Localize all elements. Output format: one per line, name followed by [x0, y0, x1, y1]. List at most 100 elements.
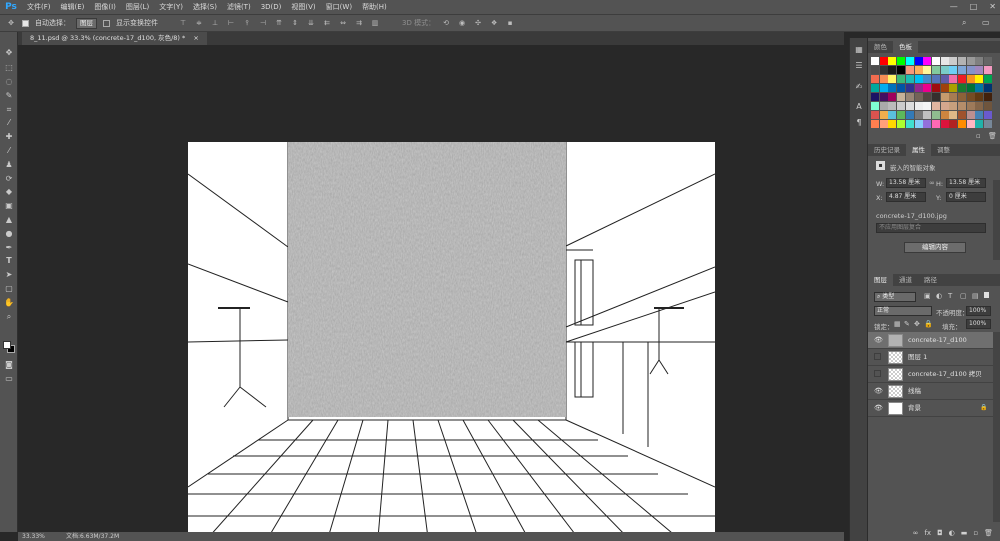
lock-position-icon[interactable]: ✥ [914, 320, 920, 328]
swatch-chip[interactable] [949, 93, 958, 101]
swatch-chip[interactable] [923, 66, 932, 74]
layer-row-background[interactable]: 👁 背景 🔒 [868, 400, 994, 417]
auto-select-checkbox[interactable] [22, 19, 29, 27]
swatch-chip[interactable] [984, 57, 993, 65]
swatch-chip[interactable] [940, 93, 949, 101]
swatch-chip[interactable] [931, 75, 940, 83]
swatch-chip[interactable] [888, 93, 897, 101]
swatch-chip[interactable] [905, 120, 914, 128]
distribute-top-icon[interactable]: ⇈ [274, 19, 284, 28]
swatch-chip[interactable] [879, 120, 888, 128]
brush-icon[interactable]: ⁄ [4, 146, 14, 156]
swatch-chip[interactable] [949, 66, 958, 74]
swatch-chip[interactable] [905, 75, 914, 83]
swatch-chip[interactable] [949, 111, 958, 119]
swatch-chip[interactable] [923, 84, 932, 92]
swatch-chip[interactable] [897, 93, 906, 101]
swatch-chip[interactable] [897, 75, 906, 83]
link-layers-icon[interactable]: ∞ [913, 526, 919, 541]
swatch-chip[interactable] [905, 57, 914, 65]
swatch-chip[interactable] [923, 102, 932, 110]
quick-mask-icon[interactable]: ◙ [4, 360, 14, 370]
swatch-chip[interactable] [966, 93, 975, 101]
marquee-icon[interactable]: ⬚ [4, 63, 14, 73]
history-panel-icon[interactable]: ▦ [854, 45, 864, 55]
tab-adjustments[interactable]: 调整 [931, 144, 956, 156]
dodge-icon[interactable]: ● [4, 229, 14, 239]
lock-transparent-icon[interactable]: ▦ [894, 320, 901, 328]
height-field[interactable]: 13.58 厘米 [946, 178, 986, 188]
swatch-chip[interactable] [958, 75, 966, 83]
swatch-chip[interactable] [940, 102, 949, 110]
swatch-chip[interactable] [984, 102, 993, 110]
layer-row-concrete-copy[interactable]: concrete-17_d100 拷贝 [868, 366, 994, 383]
swatch-chip[interactable] [975, 111, 984, 119]
swatch-chip[interactable] [914, 111, 923, 119]
lock-all-icon[interactable]: 🔒 [924, 320, 933, 328]
swatch-chip[interactable] [931, 93, 940, 101]
swatch-chip[interactable] [949, 75, 958, 83]
swatch-chip[interactable] [966, 75, 975, 83]
adjustment-layer-icon[interactable]: ◐ [949, 526, 955, 541]
swatch-chip[interactable] [966, 120, 975, 128]
new-layer-icon[interactable]: ▫ [973, 526, 978, 541]
auto-select-target-dropdown[interactable]: 图层 [76, 17, 97, 29]
align-left-icon[interactable]: ⊢ [226, 19, 236, 28]
swatch-chip[interactable] [879, 102, 888, 110]
swatch-chip[interactable] [897, 84, 906, 92]
swatch-chip[interactable] [984, 120, 993, 128]
swatch-chip[interactable] [879, 84, 888, 92]
document-canvas[interactable] [188, 142, 715, 538]
swatch-chip[interactable] [923, 57, 932, 65]
swatch-chip[interactable] [949, 102, 958, 110]
swatch-chip[interactable] [984, 75, 993, 83]
swatch-chip[interactable] [975, 57, 984, 65]
type-icon[interactable]: T [4, 256, 14, 266]
opacity-field[interactable]: 100% [966, 306, 991, 316]
clone-stamp-icon[interactable]: ♟ [4, 160, 14, 170]
3d-rotate-icon[interactable]: ⟲ [441, 19, 451, 28]
swatch-chip[interactable] [888, 75, 897, 83]
swatch-chip[interactable] [897, 66, 906, 74]
align-vcenter-icon[interactable]: ≑ [194, 19, 204, 28]
eyedropper-icon[interactable]: ⁄ [4, 118, 14, 128]
swatch-chip[interactable] [975, 66, 984, 74]
swatch-chip[interactable] [905, 93, 914, 101]
properties-scrollbar[interactable] [993, 180, 1000, 260]
width-field[interactable]: 13.58 厘米 [886, 178, 926, 188]
pen-icon[interactable]: ✒ [4, 243, 14, 253]
swatch-chip[interactable] [949, 57, 958, 65]
swatch-chip[interactable] [931, 84, 940, 92]
swatch-chip[interactable] [966, 57, 975, 65]
swatch-chip[interactable] [958, 102, 966, 110]
minimize-button[interactable]: — [950, 0, 958, 14]
tab-color[interactable]: 颜色 [868, 41, 893, 53]
brush-panel-icon[interactable]: ✍ [854, 82, 864, 92]
layer-row-layer1[interactable]: 图层 1 [868, 349, 994, 366]
3d-slide-icon[interactable]: ❖ [489, 19, 499, 28]
menu-3d[interactable]: 3D(D) [256, 0, 287, 14]
zoom-icon[interactable]: ⌕ [4, 312, 14, 322]
swatch-chip[interactable] [879, 75, 888, 83]
properties-panel-icon[interactable]: ☰ [854, 61, 864, 71]
3d-pan-icon[interactable]: ✣ [473, 19, 483, 28]
gradient-icon[interactable]: ▣ [4, 201, 14, 211]
swatch-chip[interactable] [975, 102, 984, 110]
menu-select[interactable]: 选择(S) [188, 0, 222, 14]
menu-filter[interactable]: 滤镜(T) [222, 0, 256, 14]
swatch-chip[interactable] [940, 111, 949, 119]
distribute-vcenter-icon[interactable]: ⇕ [290, 19, 300, 28]
swatch-chip[interactable] [923, 75, 932, 83]
document-tab[interactable]: 8_11.psd @ 33.3% (concrete-17_d100, 灰色/8… [22, 32, 207, 45]
swatch-chip[interactable] [966, 66, 975, 74]
lasso-icon[interactable]: ◌ [4, 77, 14, 87]
swatch-chip[interactable] [984, 93, 993, 101]
swatch-chip[interactable] [923, 120, 932, 128]
visibility-eye-icon[interactable]: 👁 [874, 387, 883, 395]
swatch-chip[interactable] [966, 84, 975, 92]
quick-select-icon[interactable]: ✎ [4, 91, 14, 101]
eraser-icon[interactable]: ◆ [4, 187, 14, 197]
swatch-chip[interactable] [897, 57, 906, 65]
fill-field[interactable]: 100% [966, 319, 991, 329]
swatch-chip[interactable] [966, 102, 975, 110]
